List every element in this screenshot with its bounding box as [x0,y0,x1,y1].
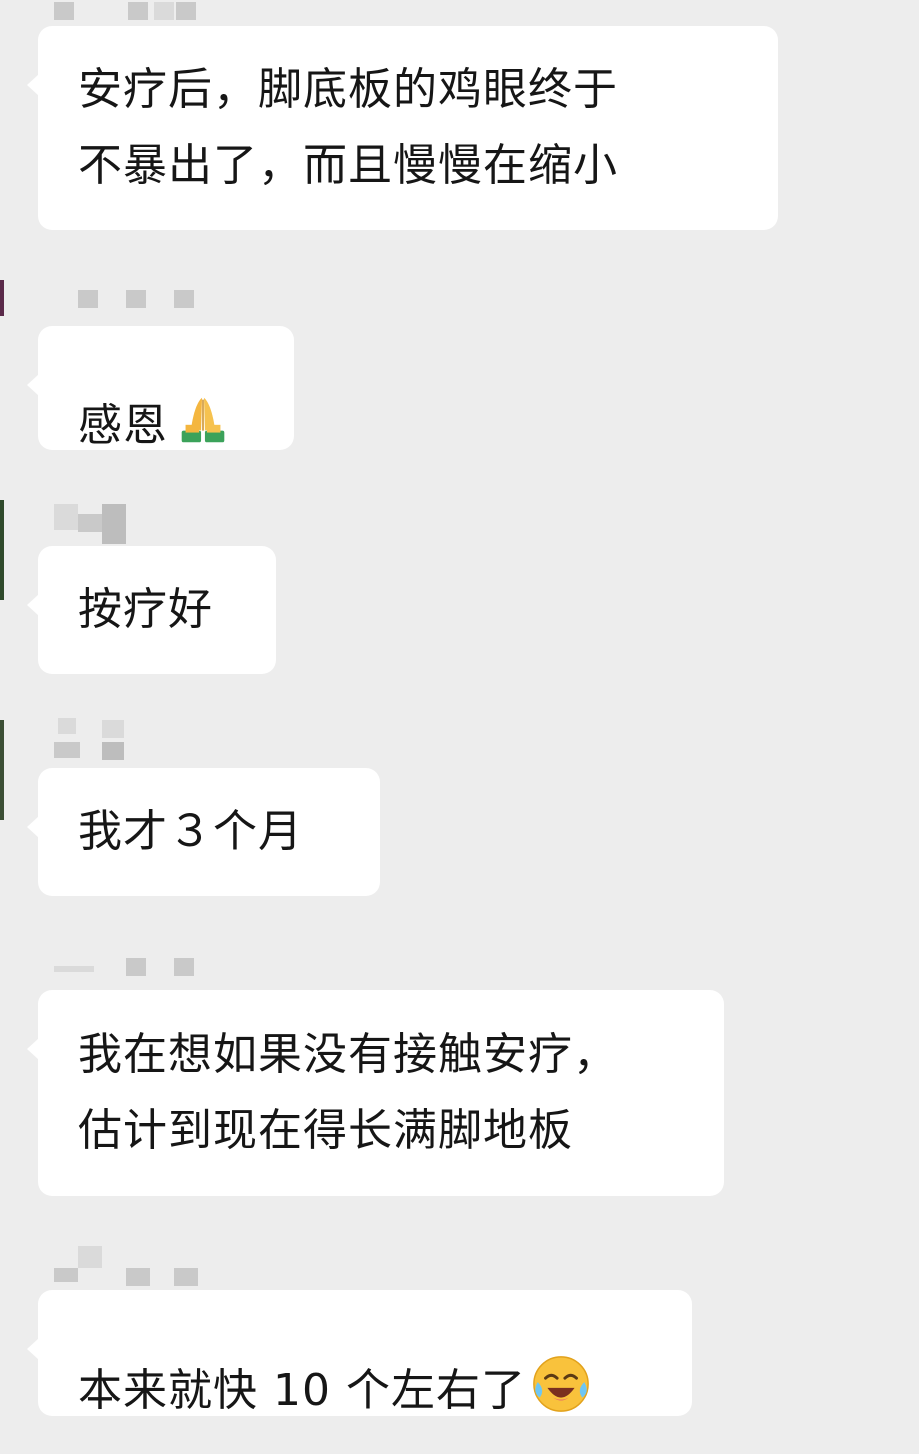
sender-name-redacted [54,1246,204,1286]
message-bubble[interactable]: 感恩 [27,326,294,451]
avatar-edge [0,720,4,820]
crying-laughing-face-icon [533,1356,589,1412]
message-text: 按疗好 [78,584,213,635]
folded-hands-icon [181,397,225,443]
message-bubble[interactable]: 我在想如果没有接触安疗， 估计到现在得长满脚地板 [27,990,724,1196]
message-bubble[interactable]: 安疗后，脚底板的鸡眼终于 不暴出了，而且慢慢在缩小 [27,26,778,230]
message-bubble[interactable]: 按疗好 [27,546,276,674]
message-bubble[interactable]: 我才３个月 [27,768,380,896]
message-text: 感恩 [78,400,168,451]
sender-name-redacted [54,716,204,760]
avatar-edge [0,280,4,316]
message-text: 我在想如果没有接触安疗， 估计到现在得长满脚地板 [78,1029,618,1156]
message-text: 安疗后，脚底板的鸡眼终于 不暴出了，而且慢慢在缩小 [78,64,618,191]
message-text: 本来就快 10 个左右了 [78,1365,526,1416]
message-text: 我才３个月 [78,806,303,857]
avatar-edge [0,500,4,600]
sender-name-redacted [54,954,204,988]
sender-name-redacted [54,502,204,544]
message-bubble[interactable]: 本来就快 10 个左右了 [27,1290,692,1416]
